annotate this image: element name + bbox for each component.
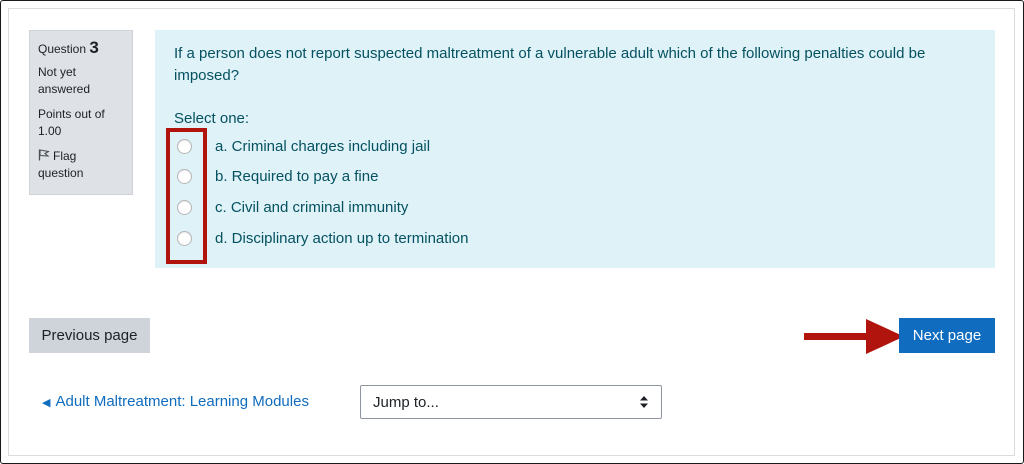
jump-to-value: Jump to...: [373, 393, 439, 411]
answer-label-c: c. Civil and criminal immunity: [215, 198, 409, 216]
question-state: Not yet answered: [38, 65, 91, 96]
next-page-button[interactable]: Next page: [899, 318, 995, 353]
answer-label-b: b. Required to pay a fine: [215, 167, 379, 185]
flag-question-link[interactable]: Flag question: [38, 148, 124, 182]
answer-label-d: d. Disciplinary action up to termination: [215, 229, 469, 247]
answer-option-d[interactable]: d. Disciplinary action up to termination: [177, 227, 577, 249]
answer-label-a: a. Criminal charges including jail: [215, 137, 431, 155]
question-grade: Points out of 1.00: [38, 107, 105, 138]
question-content: If a person does not report suspected ma…: [155, 30, 995, 268]
question-text: If a person does not report suspected ma…: [174, 45, 926, 84]
question-number: 3: [89, 38, 99, 57]
answer-option-b[interactable]: b. Required to pay a fine: [177, 165, 577, 187]
annotation-arrow-icon: [804, 319, 904, 354]
jump-to-select[interactable]: Jump to...: [360, 385, 662, 419]
back-to-course-link[interactable]: ◀ Adult Maltreatment: Learning Modules: [42, 393, 309, 410]
flag-icon: [38, 149, 50, 161]
question-info-panel: Question 3 Not yet answered Points out o…: [29, 30, 133, 195]
previous-page-button[interactable]: Previous page: [29, 318, 150, 353]
radio-highlight-annotation: [166, 128, 207, 264]
select-one-prompt: Select one:: [174, 110, 250, 127]
select-caret-icon: [640, 396, 648, 408]
answer-option-a[interactable]: a. Criminal charges including jail: [177, 135, 577, 157]
answer-option-c[interactable]: c. Civil and criminal immunity: [177, 196, 577, 218]
back-triangle-icon: ◀: [42, 397, 51, 409]
question-word: Question: [38, 42, 87, 56]
back-link-label: Adult Maltreatment: Learning Modules: [55, 393, 309, 410]
question-number-line: Question 3: [38, 39, 124, 58]
